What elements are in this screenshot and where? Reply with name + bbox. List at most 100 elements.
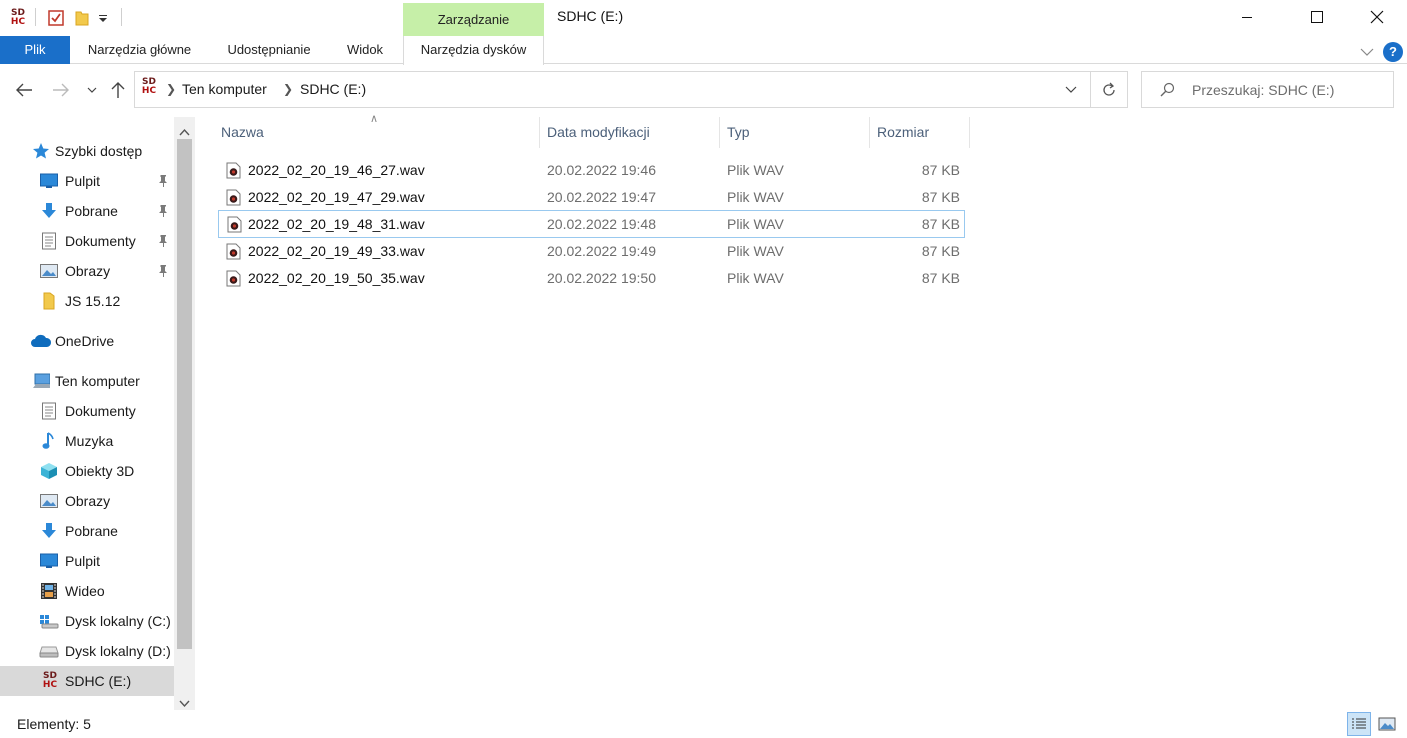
file-row[interactable]: 2022_02_20_19_49_33.wav 20.02.2022 19:49… [218, 238, 965, 265]
close-button[interactable] [1354, 0, 1400, 34]
tab-home[interactable]: Narzędzia główne [78, 36, 201, 64]
properties-icon[interactable] [47, 6, 65, 30]
documents-icon [40, 402, 58, 420]
breadcrumb-sdhc[interactable]: SDHC (E:) [300, 72, 366, 107]
search-input[interactable] [1192, 81, 1388, 99]
sidebar-item-js-folder[interactable]: JS 15.12 [0, 286, 174, 316]
scroll-up-icon[interactable] [179, 123, 190, 139]
tab-file[interactable]: Plik [0, 36, 70, 64]
file-name: 2022_02_20_19_48_31.wav [248, 216, 425, 232]
address-drive-icon: SD HC [141, 77, 157, 96]
sidebar-item-music[interactable]: Muzyka [0, 426, 174, 456]
windows-drive-icon [39, 612, 59, 630]
refresh-button[interactable] [1091, 71, 1128, 108]
file-type: Plik WAV [727, 216, 784, 232]
sidebar-item-pictures-pinned[interactable]: Obrazy [0, 256, 174, 286]
file-name: 2022_02_20_19_49_33.wav [248, 243, 425, 259]
pin-icon[interactable] [157, 264, 169, 278]
large-icons-view-button[interactable] [1375, 712, 1399, 736]
column-header-name[interactable]: Nazwa [221, 117, 264, 148]
sidebar-item-sdhc[interactable]: SD HC SDHC (E:) [0, 666, 174, 696]
file-row[interactable]: 2022_02_20_19_47_29.wav 20.02.2022 19:47… [218, 184, 965, 211]
tab-drive-tools-label: Narzędzia dysków [420, 42, 527, 57]
computer-icon [32, 372, 50, 390]
maximize-button[interactable] [1294, 0, 1340, 34]
download-icon [40, 522, 58, 540]
context-tab-manage[interactable]: Zarządzanie [403, 3, 544, 36]
file-row[interactable]: 2022_02_20_19_46_27.wav 20.02.2022 19:46… [218, 157, 965, 184]
sidebar-item-documents[interactable]: Dokumenty [0, 396, 174, 426]
column-header-size[interactable]: Rozmiar [877, 117, 929, 148]
wav-file-icon [226, 189, 241, 206]
sidebar-item-drive-c[interactable]: Dysk lokalny (C:) [0, 606, 174, 636]
pin-icon[interactable] [157, 174, 169, 188]
file-type: Plik WAV [727, 243, 784, 259]
desktop-icon [40, 172, 58, 190]
sidebar-item-this-pc[interactable]: Ten komputer [0, 366, 174, 396]
scroll-down-icon[interactable] [179, 695, 190, 711]
minimize-button[interactable] [1224, 0, 1270, 34]
pin-icon[interactable] [157, 234, 169, 248]
recent-locations-button[interactable] [84, 78, 100, 102]
file-date: 20.02.2022 19:50 [547, 270, 656, 286]
wav-file-icon [226, 270, 241, 287]
back-button[interactable] [13, 78, 35, 102]
window-title: SDHC (E:) [557, 8, 624, 24]
sidebar-item-desktop-pinned[interactable]: Pulpit [0, 166, 174, 196]
customize-toolbar-icon[interactable] [98, 6, 108, 30]
file-date: 20.02.2022 19:48 [547, 216, 656, 232]
help-icon[interactable]: ? [1383, 42, 1403, 62]
chevron-right-icon[interactable]: ❯ [283, 72, 293, 107]
ribbon-expand-icon[interactable] [1360, 44, 1374, 60]
file-date: 20.02.2022 19:47 [547, 189, 656, 205]
file-name: 2022_02_20_19_50_35.wav [248, 270, 425, 286]
wav-file-icon [226, 162, 241, 179]
file-date: 20.02.2022 19:46 [547, 162, 656, 178]
up-button[interactable] [107, 78, 129, 102]
file-row-focused[interactable]: 2022_02_20_19_48_31.wav 20.02.2022 19:48… [218, 210, 965, 238]
sidebar-item-3d-objects[interactable]: Obiekty 3D [0, 456, 174, 486]
file-row[interactable]: 2022_02_20_19_50_35.wav 20.02.2022 19:50… [218, 265, 965, 292]
new-folder-icon[interactable] [74, 6, 90, 30]
sidebar-item-pictures[interactable]: Obrazy [0, 486, 174, 516]
drive-icon: SD HC [10, 8, 26, 27]
file-size: 87 KB [921, 189, 960, 205]
chevron-right-icon[interactable]: ❯ [166, 72, 176, 107]
sidebar-item-desktop[interactable]: Pulpit [0, 546, 174, 576]
tab-drive-tools[interactable]: Narzędzia dysków [403, 36, 544, 65]
column-header-type[interactable]: Typ [727, 117, 750, 148]
star-icon [32, 142, 50, 160]
wav-file-icon [227, 216, 242, 233]
download-icon [40, 202, 58, 220]
file-name: 2022_02_20_19_46_27.wav [248, 162, 425, 178]
details-view-button[interactable] [1347, 712, 1371, 736]
tab-share[interactable]: Udostępnianie [218, 36, 320, 64]
sidebar-item-documents-pinned[interactable]: Dokumenty [0, 226, 174, 256]
status-item-count: Elementy: 5 [17, 716, 91, 732]
sidebar-item-quick-access[interactable]: Szybki dostęp [0, 136, 174, 166]
pictures-icon [40, 492, 58, 510]
sidebar-item-video[interactable]: Wideo [0, 576, 174, 606]
sidebar-item-downloads[interactable]: Pobrane [0, 516, 174, 546]
file-size: 87 KB [921, 216, 960, 232]
file-type: Plik WAV [727, 162, 784, 178]
sdhc-icon: SD HC [42, 671, 58, 690]
breadcrumb-this-pc[interactable]: Ten komputer [182, 72, 267, 107]
pin-icon[interactable] [157, 204, 169, 218]
search-box[interactable] [1141, 71, 1394, 108]
sidebar-scrollbar[interactable] [174, 117, 195, 710]
sidebar-item-downloads-pinned[interactable]: Pobrane [0, 196, 174, 226]
file-size: 87 KB [921, 270, 960, 286]
forward-button[interactable] [50, 78, 72, 102]
tab-view[interactable]: Widok [336, 36, 394, 64]
address-bar[interactable]: SD HC ❯ Ten komputer ❯ SDHC (E:) [134, 71, 1091, 108]
sidebar-item-drive-d[interactable]: Dysk lokalny (D:) [0, 636, 174, 666]
ribbon: Plik Narzędzia główne Udostępnianie Wido… [0, 36, 1407, 64]
title-bar: SD HC Zarządzanie SDHC (E:) [0, 0, 1407, 36]
scrollbar-thumb[interactable] [177, 139, 192, 649]
sidebar-item-onedrive[interactable]: OneDrive [0, 326, 174, 356]
cube-icon [40, 462, 58, 480]
column-header-date[interactable]: Data modyfikacji [547, 117, 650, 148]
documents-icon [40, 232, 58, 250]
address-history-dropdown[interactable] [1060, 82, 1082, 98]
